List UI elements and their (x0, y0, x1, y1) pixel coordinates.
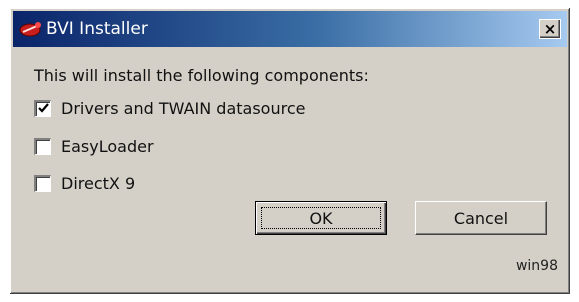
option-label: EasyLoader (61, 137, 154, 156)
ok-button[interactable]: OK (255, 201, 387, 235)
option-label: Drivers and TWAIN datasource (61, 99, 306, 118)
bvi-app-icon (19, 22, 41, 37)
easyloader-checkbox[interactable] (34, 138, 51, 155)
cancel-label: Cancel (453, 208, 509, 228)
focus-rectangle (261, 207, 381, 229)
option-directx[interactable]: DirectX 9 (34, 174, 135, 193)
option-label: DirectX 9 (61, 174, 136, 193)
option-easyloader[interactable]: EasyLoader (34, 137, 154, 156)
cancel-button[interactable]: Cancel (415, 201, 547, 235)
option-drivers-twain[interactable]: Drivers and TWAIN datasource (34, 99, 305, 118)
installer-dialog: BVI Installer × This will install the fo… (9, 7, 571, 295)
check-icon (38, 103, 49, 113)
directx-checkbox[interactable] (34, 175, 51, 192)
close-icon: × (543, 19, 557, 38)
os-label: win98 (515, 258, 558, 274)
dialog-heading: This will install the following componen… (34, 66, 369, 85)
window-title: BVI Installer (46, 19, 148, 39)
title-bar[interactable]: BVI Installer × (13, 11, 567, 47)
close-button[interactable]: × (539, 19, 561, 39)
drivers-twain-checkbox[interactable] (34, 100, 51, 117)
